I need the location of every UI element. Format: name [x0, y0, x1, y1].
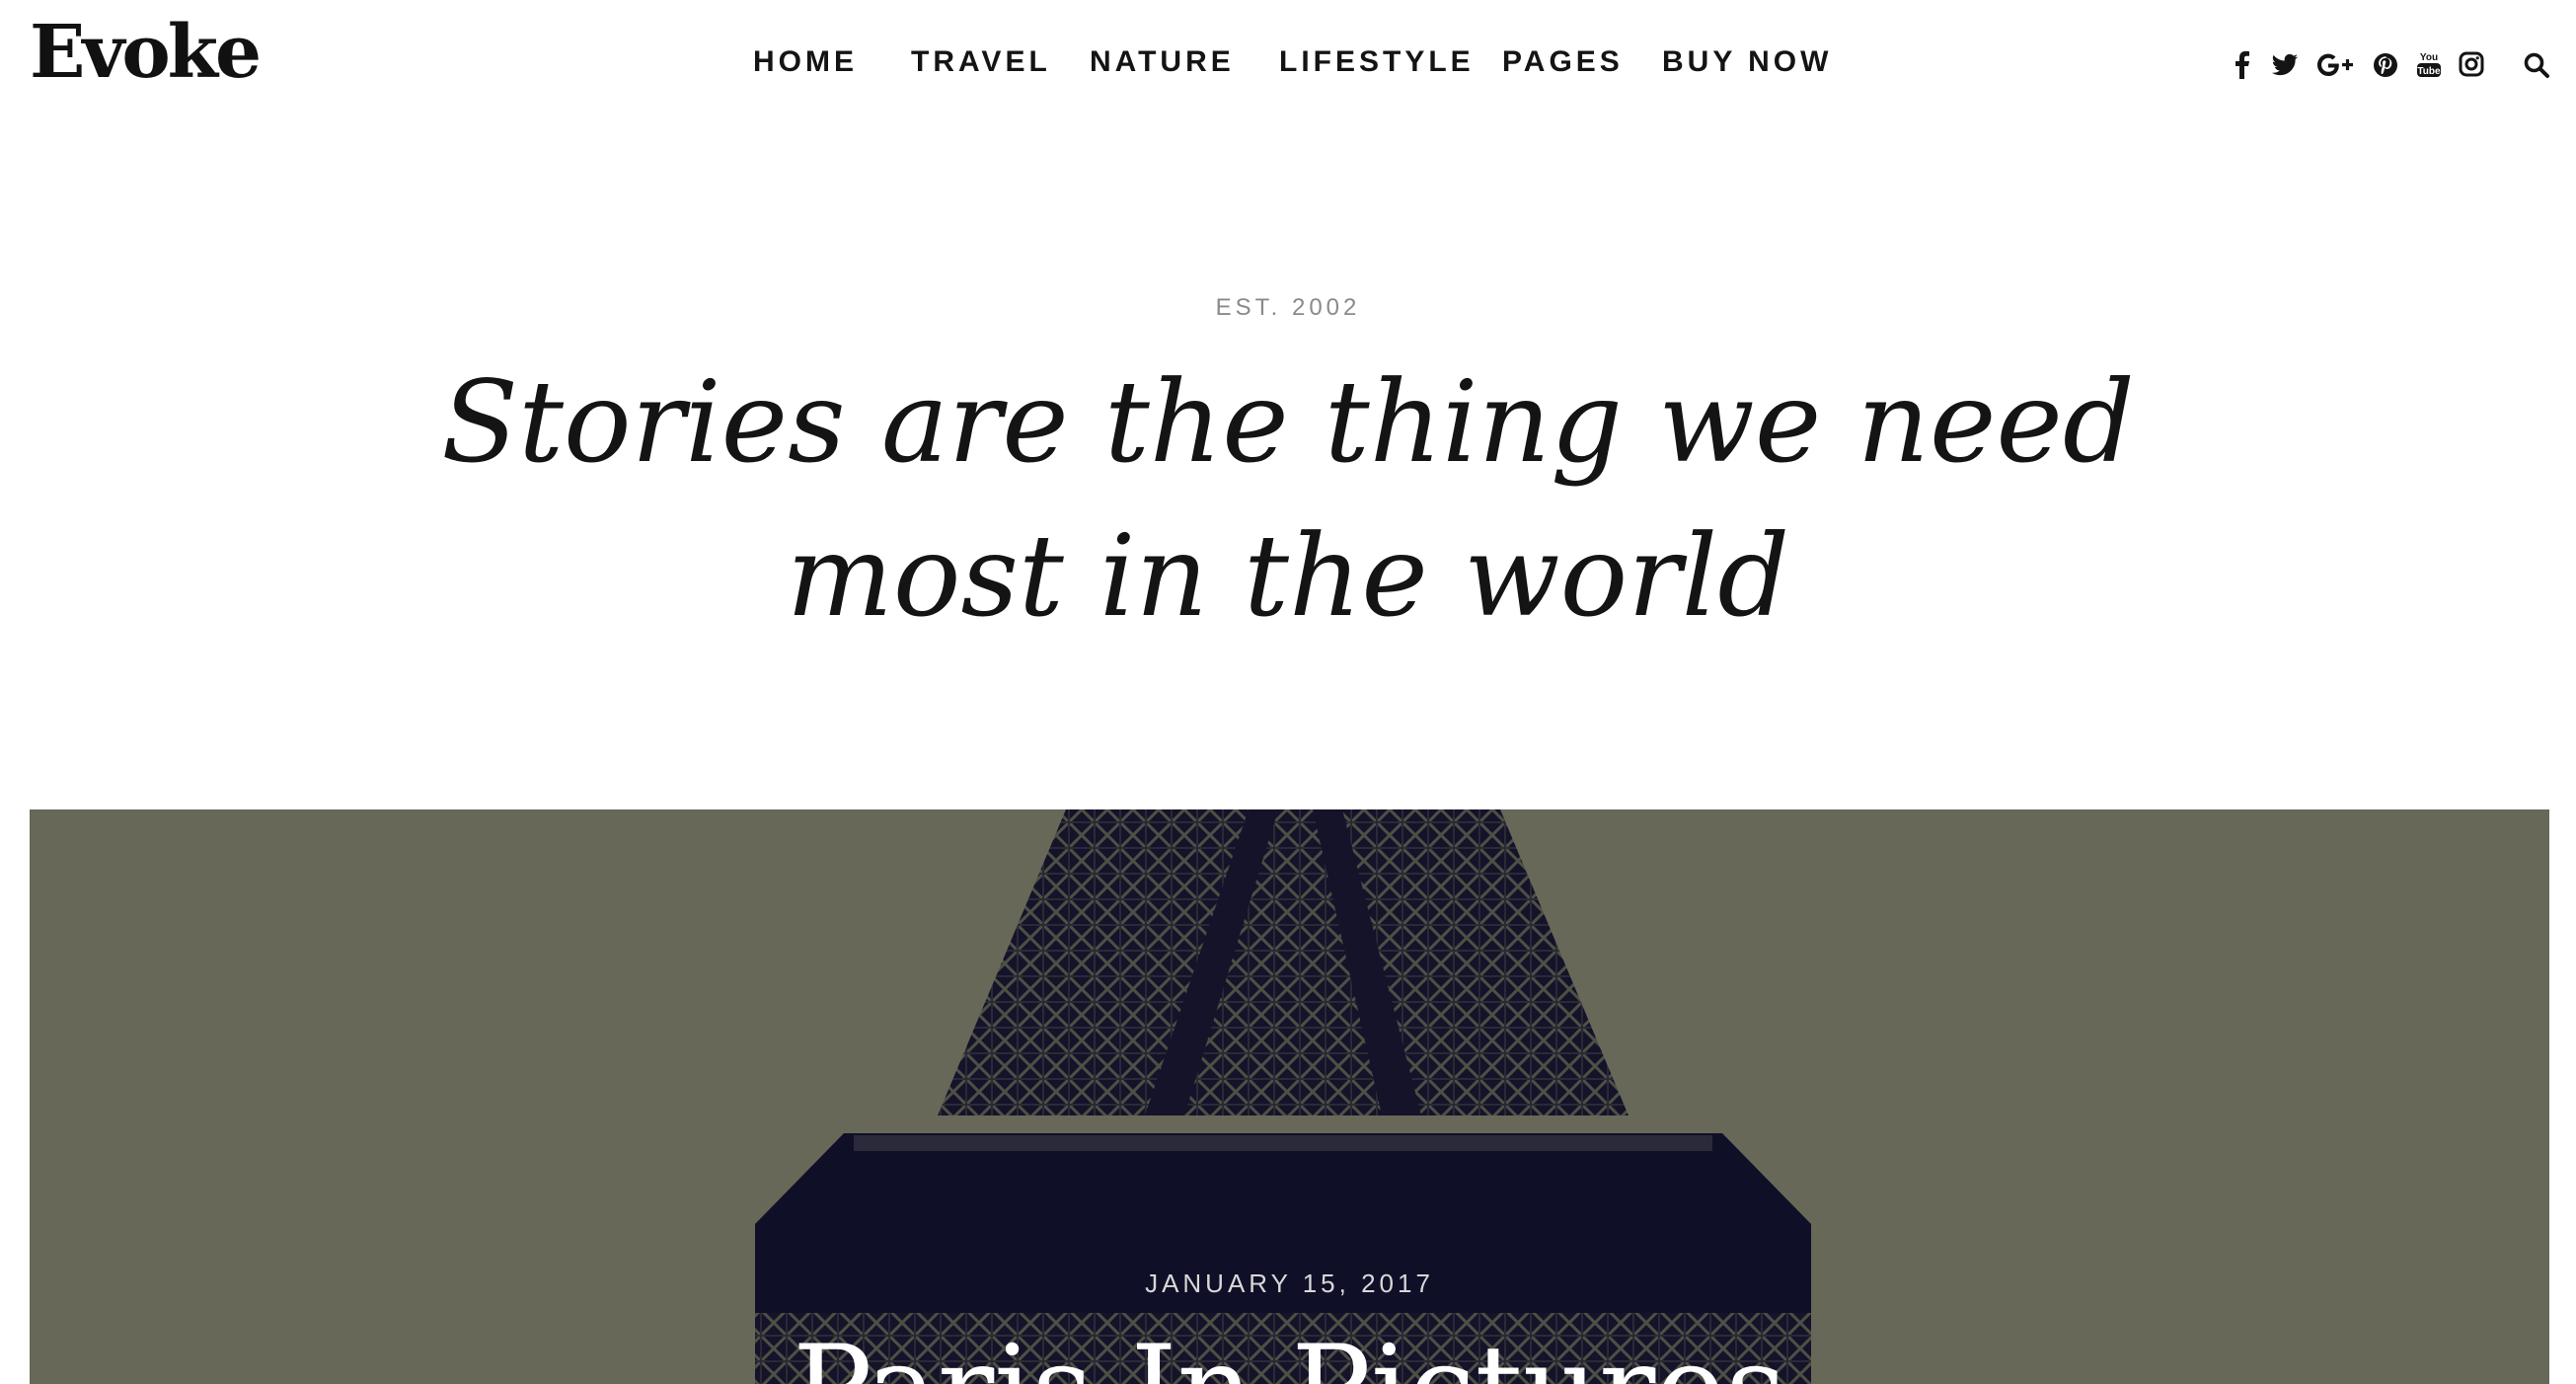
nav-item-nature[interactable]: NATURE — [1090, 45, 1235, 79]
google-plus-icon[interactable] — [2315, 45, 2355, 85]
pinterest-icon[interactable] — [2373, 45, 2398, 85]
youtube-icon[interactable]: You Tube — [2416, 45, 2442, 85]
svg-text:Tube: Tube — [2417, 66, 2441, 77]
nav-item-pages[interactable]: PAGES — [1502, 45, 1624, 79]
post-title[interactable]: Paris In Pictures — [30, 1331, 2549, 1384]
nav-item-travel[interactable]: TRAVEL — [911, 45, 1051, 79]
post-date: JANUARY 15, 2017 — [1145, 1269, 1434, 1298]
search-icon[interactable] — [2523, 45, 2550, 85]
established-label: EST. 2002 — [1215, 294, 1361, 321]
facebook-icon[interactable] — [2233, 45, 2252, 85]
tagline: Stories are the thing we need most in th… — [441, 356, 2135, 642]
svg-text:You: You — [2420, 52, 2438, 63]
instagram-icon[interactable] — [2458, 45, 2485, 85]
twitter-icon[interactable] — [2270, 45, 2300, 85]
featured-post-card[interactable]: JANUARY 15, 2017 Paris In Pictures — [30, 809, 2549, 1384]
nav-item-home[interactable]: HOME — [753, 45, 858, 79]
site-header: Evoke HOME TRAVEL NATURE LIFESTYLE PAGES… — [0, 0, 2576, 128]
main-nav: HOME TRAVEL NATURE LIFESTYLE PAGES BUY N… — [0, 45, 2576, 85]
nav-item-lifestyle[interactable]: LIFESTYLE — [1279, 45, 1475, 79]
nav-item-buy-now[interactable]: BUY NOW — [1662, 45, 1832, 79]
